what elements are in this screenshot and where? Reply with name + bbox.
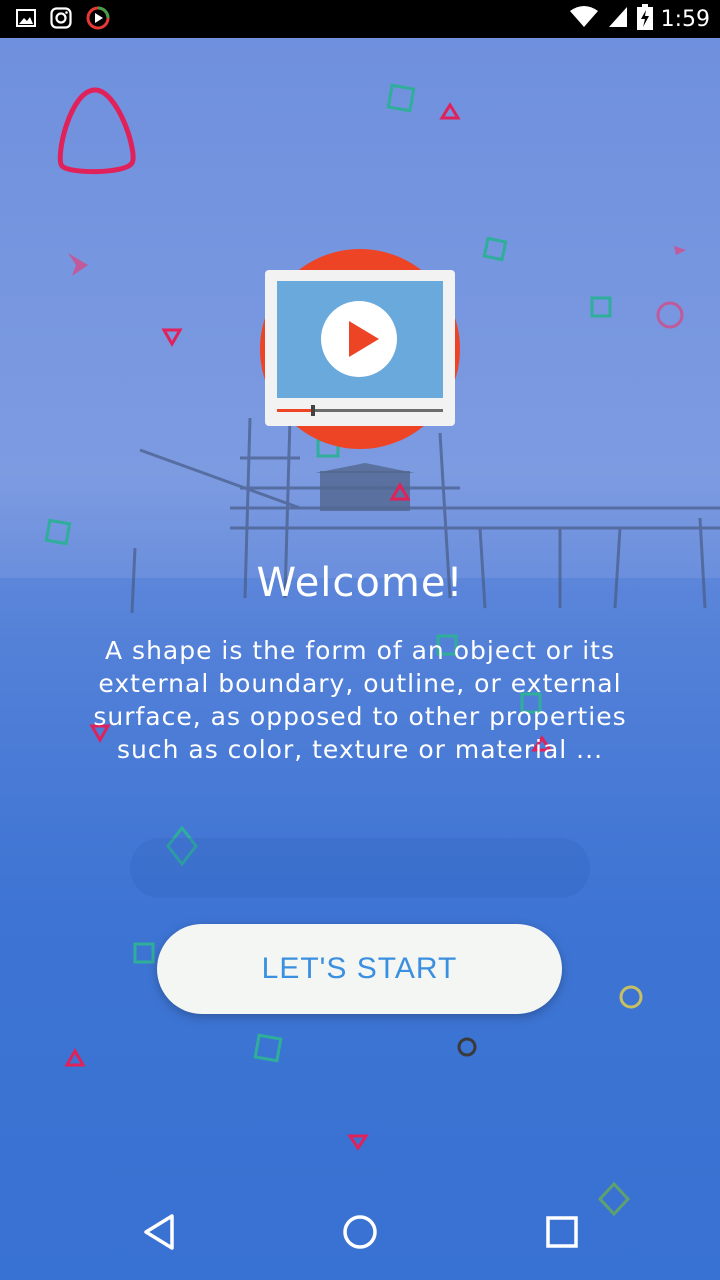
- recents-icon: [546, 1216, 578, 1248]
- welcome-screen: Welcome! A shape is the form of an objec…: [0, 38, 720, 1280]
- circle-shape: [656, 301, 684, 329]
- lets-start-button[interactable]: LET'S START: [157, 924, 562, 1014]
- back-button[interactable]: [130, 1202, 190, 1262]
- square-shape: [386, 83, 416, 113]
- navigation-bar: [0, 1184, 720, 1280]
- welcome-description: A shape is the form of an object or its …: [93, 636, 627, 764]
- recents-button[interactable]: [532, 1202, 592, 1262]
- triangle-shape: [439, 102, 461, 120]
- home-icon: [343, 1215, 377, 1249]
- welcome-title: Welcome!: [256, 560, 464, 606]
- back-icon: [144, 1214, 174, 1250]
- video-player-icon: [260, 249, 460, 449]
- status-bar: 1:59: [0, 0, 720, 38]
- battery-charging-icon: [636, 4, 653, 34]
- square-shape: [482, 236, 508, 262]
- music-player-icon: [86, 6, 110, 34]
- wifi-icon: [569, 5, 599, 33]
- status-time: 1:59: [660, 6, 710, 32]
- arrow-shape: [68, 253, 88, 276]
- square-shape: [590, 296, 612, 318]
- triangle-shape: [161, 328, 183, 348]
- home-button[interactable]: [330, 1202, 390, 1262]
- instagram-icon: [50, 7, 72, 33]
- square-shape: [44, 518, 72, 546]
- signal-icon: [607, 5, 629, 33]
- rounded-triangle-shape: [57, 87, 136, 175]
- arrow-shape: [674, 246, 686, 255]
- gallery-icon: [16, 8, 36, 32]
- lets-start-label: LET'S START: [261, 952, 458, 985]
